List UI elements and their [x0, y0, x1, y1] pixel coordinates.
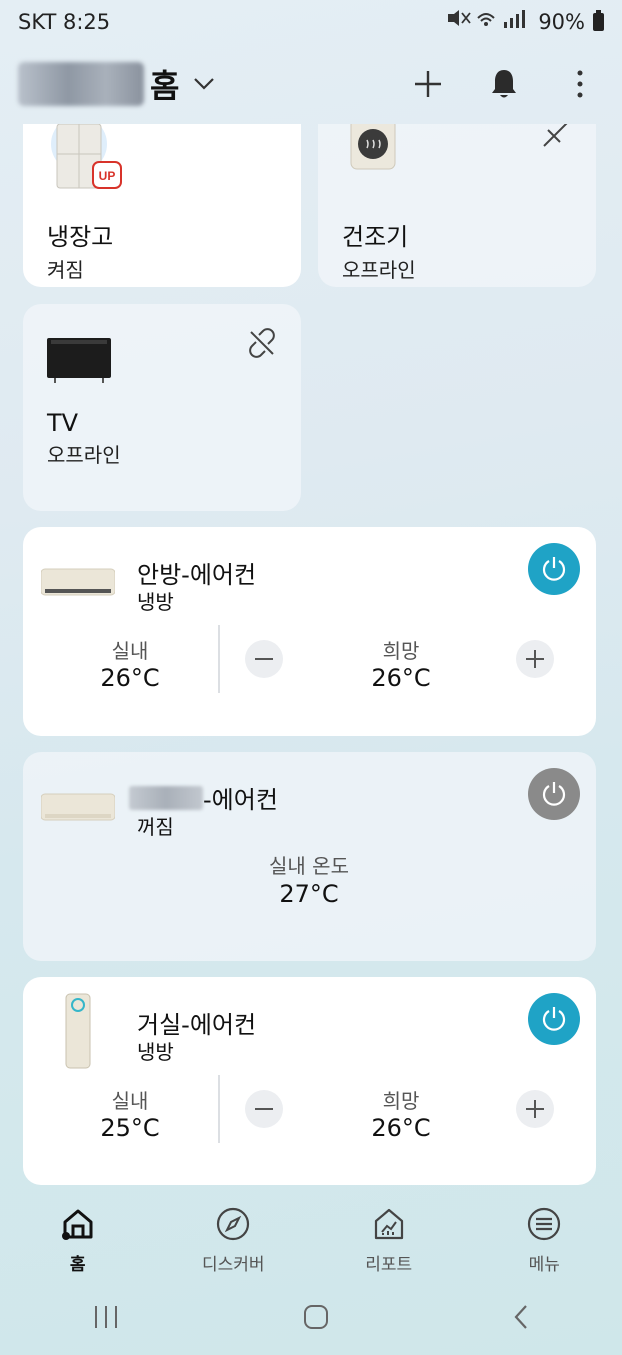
- nav-item-home[interactable]: 홈: [8, 1206, 148, 1275]
- page-title[interactable]: 홈: [150, 61, 179, 107]
- home-icon: [60, 1206, 96, 1246]
- chevron-down-icon[interactable]: [193, 73, 215, 95]
- indoor-temp: 25°C: [100, 1114, 160, 1142]
- status-indicators: 90%: [446, 9, 604, 35]
- nav-item-report[interactable]: 리포트: [319, 1206, 459, 1275]
- device-status: 켜짐: [47, 258, 84, 282]
- device-card-fridge[interactable]: UP 냉장고 켜짐: [23, 124, 301, 287]
- indoor-label: 실내: [111, 639, 149, 663]
- bell-icon[interactable]: [486, 66, 522, 102]
- divider: [218, 1075, 220, 1143]
- device-mode: 냉방: [137, 590, 174, 614]
- indoor-label: 실내: [111, 1089, 149, 1113]
- nav-item-discover[interactable]: 디스커버: [163, 1206, 303, 1275]
- device-card-ac-bedroom[interactable]: 안방-에어컨 냉방 실내 26°C 희망 26°C: [23, 527, 596, 736]
- nav-label: 홈: [69, 1255, 86, 1275]
- power-button[interactable]: [528, 768, 580, 820]
- bottom-nav: 홈 디스커버 리포트 메뉴: [0, 1192, 622, 1282]
- device-card-tv[interactable]: TV 오프라인: [23, 304, 301, 511]
- more-options-icon[interactable]: [562, 66, 598, 102]
- device-mode: 꺼짐: [137, 815, 174, 839]
- device-name: TV: [47, 409, 79, 437]
- device-card-ac-room[interactable]: -에어컨 꺼짐 실내 온도 27°C: [23, 752, 596, 961]
- indoor-temp: 26°C: [100, 664, 160, 692]
- signal-icons: [446, 9, 532, 35]
- disconnected-icon: [245, 326, 279, 360]
- recent-apps-icon[interactable]: [91, 1304, 121, 1334]
- home-name-blurred[interactable]: [18, 62, 144, 106]
- app-header: 홈: [0, 44, 622, 124]
- device-status: 오프라인: [47, 443, 121, 467]
- decrease-temp-button[interactable]: [245, 640, 283, 678]
- increase-temp-button[interactable]: [516, 640, 554, 678]
- fridge-image: UP: [51, 124, 141, 198]
- device-name: 냉장고: [47, 223, 114, 251]
- ac-wall-image: [40, 792, 116, 828]
- compass-icon: [215, 1206, 251, 1246]
- device-card-ac-living[interactable]: 거실-에어컨 냉방 실내 25°C 희망 26°C: [23, 977, 596, 1185]
- device-status: 오프라인: [342, 258, 416, 282]
- battery-icon: [593, 10, 604, 31]
- menu-icon: [526, 1206, 562, 1246]
- svg-text:UP: UP: [99, 169, 116, 183]
- carrier-time: SKT 8:25: [18, 10, 111, 34]
- device-name: 거실-에어컨: [137, 1011, 257, 1039]
- device-card-dryer[interactable]: 건조기 오프라인: [318, 124, 596, 287]
- report-icon: [371, 1206, 407, 1246]
- target-label: 희망: [382, 1089, 420, 1113]
- system-nav-bar: [0, 1282, 622, 1355]
- tv-image: [47, 338, 111, 388]
- home-button-icon[interactable]: [302, 1303, 330, 1335]
- device-name: 건조기: [342, 223, 409, 251]
- ac-wall-image: [40, 567, 116, 603]
- target-temp: 26°C: [371, 664, 431, 692]
- decrease-temp-button[interactable]: [245, 1090, 283, 1128]
- device-list[interactable]: UP 냉장고 켜짐 건조기 오프라인 TV 오프라인 안방-에어컨 냉방 실내 …: [0, 124, 622, 1192]
- device-mode: 냉방: [137, 1040, 174, 1064]
- power-button[interactable]: [528, 993, 580, 1045]
- add-button[interactable]: [410, 66, 446, 102]
- nav-label: 디스커버: [201, 1255, 265, 1275]
- status-bar: SKT 8:25 90%: [0, 0, 622, 44]
- back-icon[interactable]: [511, 1303, 531, 1335]
- power-button[interactable]: [528, 543, 580, 595]
- battery-percent: 90%: [538, 10, 585, 34]
- indoor-temp-label: 실내 온도: [269, 854, 349, 878]
- increase-temp-button[interactable]: [516, 1090, 554, 1128]
- device-name-blurred: [129, 786, 203, 810]
- dryer-image: [350, 124, 396, 174]
- ac-stand-image: [65, 993, 91, 1073]
- target-label: 희망: [382, 639, 420, 663]
- nav-label: 메뉴: [528, 1255, 560, 1275]
- target-temp: 26°C: [371, 1114, 431, 1142]
- disconnected-icon: [540, 124, 574, 150]
- nav-item-menu[interactable]: 메뉴: [474, 1206, 614, 1275]
- divider: [218, 625, 220, 693]
- device-name: -에어컨: [203, 786, 278, 814]
- nav-label: 리포트: [365, 1255, 413, 1275]
- indoor-temp: 27°C: [279, 880, 339, 908]
- device-name: 안방-에어컨: [137, 561, 257, 589]
